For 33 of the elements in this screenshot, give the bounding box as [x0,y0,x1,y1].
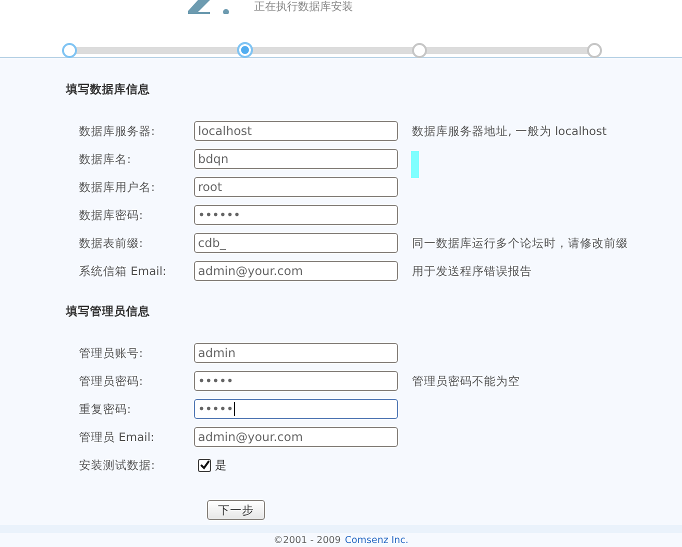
field-label: 数据库名: [78,152,132,166]
field-label: 管理员账号: [78,346,144,360]
input-field[interactable]: admin@your.com [194,261,398,281]
input-field[interactable]: •••••• [194,205,398,225]
field-label: 系统信箱 Email: [78,264,168,278]
section-title: 填写管理员信息 [66,304,151,320]
input-field[interactable]: ••••• [194,371,398,391]
checkbox[interactable] [198,458,211,472]
input-field[interactable]: admin [194,343,398,363]
next-button[interactable]: 下一步 [207,500,265,520]
section-title: 填写数据库信息 [66,82,151,98]
field-label: 数据库密码: [78,208,144,222]
field-label: 管理员密码: [78,374,144,388]
input-field[interactable]: localhost [194,121,398,141]
field-label: 安装测试数据: [78,458,156,472]
field-label: 数据库用户名: [78,180,156,194]
field-hint: 数据库服务器地址, 一般为 localhost [412,124,607,138]
company-link[interactable]: Comsenz Inc. [344,535,408,547]
field-hint: 管理员密码不能为空 [412,374,520,388]
input-field[interactable]: cdb_ [194,233,398,253]
input-field[interactable]: admin@your.com [194,427,398,447]
install-status-text: 正在执行数据库安装 [254,0,353,13]
field-label: 重复密码: [78,402,132,416]
field-label: 数据库服务器: [78,124,156,138]
field-label: 数据表前缀: [78,236,144,250]
field-hint: 同一数据库运行多个论坛时，请修改前缀 [412,236,628,250]
checkbox-label: 是 [215,458,227,472]
input-field[interactable]: bdqn [194,149,398,169]
field-label: 管理员 Email: [78,430,156,444]
copyright-text: ©2001 - 2009 [274,535,341,547]
field-hint: 用于发送程序错误报告 [412,264,532,278]
input-field[interactable]: root [194,177,398,197]
input-field[interactable]: ••••• [194,399,398,419]
